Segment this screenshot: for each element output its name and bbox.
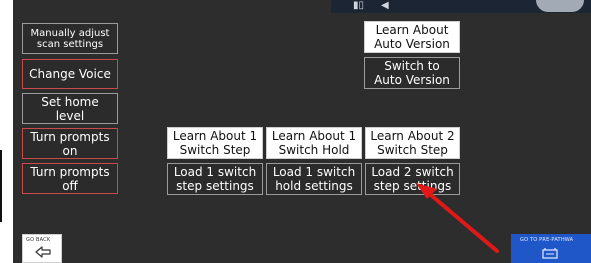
set-home-level-button[interactable]: Set home level xyxy=(22,93,118,124)
change-voice-button[interactable]: Change Voice xyxy=(22,59,118,89)
window-decoration xyxy=(536,0,584,12)
learn-about-auto-version-button[interactable]: Learn About Auto Version xyxy=(364,21,460,53)
go-to-pre-pathway-button[interactable]: GO TO PRE-PATHWA xyxy=(511,234,591,263)
learn-about-2-switch-step-button[interactable]: Learn About 2 Switch Step xyxy=(365,127,460,159)
pathway-icon xyxy=(542,248,558,259)
manually-adjust-scan-settings-button[interactable]: Manually adjust scan settings xyxy=(22,23,118,54)
pre-pathway-label: GO TO PRE-PATHWA xyxy=(520,237,574,243)
learn-about-1-switch-hold-button[interactable]: Learn About 1 Switch Hold xyxy=(266,127,362,159)
load-1-switch-step-settings-button[interactable]: Load 1 switch step settings xyxy=(167,163,263,195)
speaker-icon: ◀ xyxy=(381,0,389,11)
go-back-label: GO BACK xyxy=(26,237,51,243)
switch-to-auto-version-button[interactable]: Switch to Auto Version xyxy=(364,57,460,89)
arrow-left-icon xyxy=(35,246,51,258)
turn-prompts-off-button[interactable]: Turn prompts off xyxy=(22,163,118,194)
settings-screen: ▮▯ ◀ Manually adjust scan settings Chang… xyxy=(13,0,591,263)
load-2-switch-step-settings-button[interactable]: Load 2 switch step settings xyxy=(365,163,460,195)
top-status-strip: ▮▯ ◀ xyxy=(331,0,591,13)
turn-prompts-on-button[interactable]: Turn prompts on xyxy=(22,128,118,159)
load-1-switch-hold-settings-button[interactable]: Load 1 switch hold settings xyxy=(266,163,362,195)
left-edge-strip xyxy=(0,150,2,222)
learn-about-1-switch-step-button[interactable]: Learn About 1 Switch Step xyxy=(167,127,263,159)
status-icon: ▮▯ xyxy=(353,0,365,11)
go-back-button[interactable]: GO BACK xyxy=(22,234,62,263)
